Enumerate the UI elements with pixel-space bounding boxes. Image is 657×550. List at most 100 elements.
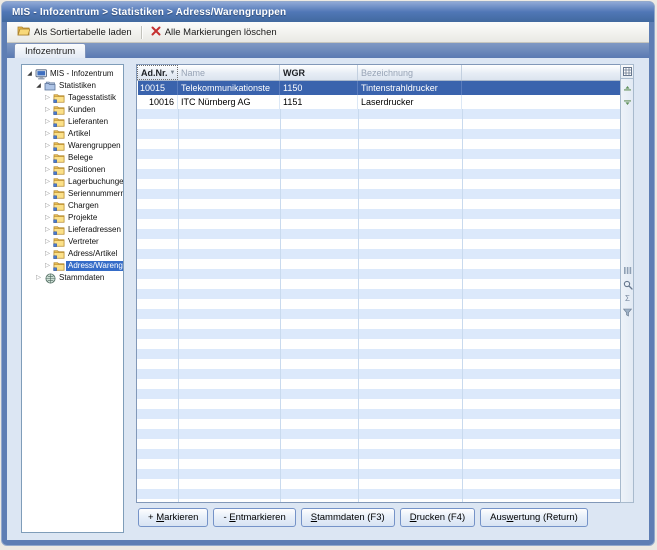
- empty-row: [137, 129, 620, 139]
- tree-item-lieferadressen[interactable]: ▷Lieferadressen: [22, 224, 123, 236]
- empty-row: [137, 149, 620, 159]
- table-row[interactable]: 10015Telekommunikationste1150Tintenstrah…: [137, 81, 620, 95]
- expander-collapsed-icon[interactable]: ▷: [43, 224, 52, 236]
- data-grid: Ad.Nr.▼Name WGRBezeichnung 10015Telekommu…: [136, 64, 621, 503]
- columns-icon[interactable]: [622, 265, 633, 276]
- expander-collapsed-icon[interactable]: ▷: [43, 200, 52, 212]
- expander-collapsed-icon[interactable]: ▷: [43, 128, 52, 140]
- expander-expanded-icon[interactable]: ◢: [34, 80, 43, 92]
- expander-collapsed-icon[interactable]: ▷: [43, 140, 52, 152]
- collapse-all-icon[interactable]: [622, 95, 633, 106]
- tree-item-label: Statistiken: [57, 81, 98, 91]
- tree-item-lagerbuchungen[interactable]: ▷Lagerbuchungen: [22, 176, 123, 188]
- empty-row: [137, 189, 620, 199]
- toolbar: Als Sortiertabelle laden Alle Markierung…: [7, 22, 649, 43]
- expander-expanded-icon[interactable]: ◢: [25, 68, 34, 80]
- folder-icon: [52, 105, 66, 116]
- tree-item-vertreter[interactable]: ▷Vertreter: [22, 236, 123, 248]
- column-header-label: Bezeichnung: [361, 68, 413, 78]
- tree-item-stammdaten[interactable]: ▷ Stammdaten: [22, 272, 123, 284]
- tree-item-projekte[interactable]: ▷Projekte: [22, 212, 123, 224]
- tree-item-warengruppen[interactable]: ▷ Warengruppen: [22, 140, 123, 152]
- tree-item-label: Artikel: [66, 129, 92, 139]
- column-header-name[interactable]: Name: [178, 65, 280, 80]
- tree-item-adress-artikel[interactable]: ▷Adress/Artikel: [22, 248, 123, 260]
- column-header-ad-nr[interactable]: Ad.Nr.▼: [137, 65, 178, 80]
- footer-button-stammdaten-f3[interactable]: Stammdaten (F3): [301, 508, 395, 527]
- expand-all-icon[interactable]: [622, 84, 633, 95]
- expander-collapsed-icon[interactable]: ▷: [43, 248, 52, 260]
- empty-row: [137, 309, 620, 319]
- expander-collapsed-icon[interactable]: ▷: [43, 92, 52, 104]
- aggregate-icon[interactable]: Σ: [622, 293, 633, 304]
- expander-collapsed-icon[interactable]: ▷: [34, 272, 43, 284]
- expander-collapsed-icon[interactable]: ▷: [43, 260, 52, 272]
- tree-item-belege[interactable]: ▷ Belege: [22, 152, 123, 164]
- folder-icon: [52, 117, 66, 128]
- folder-icon: [52, 249, 66, 260]
- expander-collapsed-icon[interactable]: ▷: [43, 152, 52, 164]
- footer-button-drucken-f4[interactable]: Drucken (F4): [400, 508, 475, 527]
- column-grid-line: [178, 109, 179, 502]
- column-header-wgr[interactable]: WGR: [280, 65, 358, 80]
- column-grid-line: [358, 109, 359, 502]
- expander-collapsed-icon[interactable]: ▷: [43, 116, 52, 128]
- cell: 10016: [137, 95, 178, 109]
- tree-item-mis-infozentrum[interactable]: ◢ MIS - Infozentrum: [22, 68, 123, 80]
- column-header-col4[interactable]: [462, 65, 620, 80]
- tree-item-label: Belege: [66, 153, 95, 163]
- folder-icon: [52, 213, 66, 224]
- empty-row: [137, 359, 620, 369]
- column-header-bezeichnung[interactable]: Bezeichnung: [358, 65, 462, 80]
- expander-collapsed-icon[interactable]: ▷: [43, 104, 52, 116]
- folder-icon: [52, 141, 66, 152]
- expander-collapsed-icon[interactable]: ▷: [43, 236, 52, 248]
- tree-item-label: MIS - Infozentrum: [48, 69, 116, 79]
- expander-collapsed-icon[interactable]: ▷: [43, 188, 52, 200]
- search-icon[interactable]: [622, 279, 633, 290]
- load-sort-table-label: Als Sortiertabelle laden: [34, 27, 132, 38]
- column-grid-line: [280, 109, 281, 502]
- tab-infozentrum[interactable]: Infozentrum: [14, 43, 86, 58]
- tree-item-tagesstatistik[interactable]: ▷ Tagesstatistik: [22, 92, 123, 104]
- tree-item-positionen[interactable]: ▷Positionen: [22, 164, 123, 176]
- globe-icon: [43, 273, 57, 284]
- expander-collapsed-icon[interactable]: ▷: [43, 176, 52, 188]
- folder-icon: [52, 129, 66, 140]
- tree-item-artikel[interactable]: ▷ Artikel: [22, 128, 123, 140]
- tree-item-label: Seriennummern: [66, 189, 124, 199]
- tree-item-chargen[interactable]: ▷Chargen: [22, 200, 123, 212]
- tree-item-statistiken[interactable]: ◢ Statistiken: [22, 80, 123, 92]
- load-sort-table-button[interactable]: Als Sortiertabelle laden: [11, 23, 138, 41]
- empty-row: [137, 279, 620, 289]
- tree-item-adress-warengruppen[interactable]: ▷Adress/Warengruppen: [22, 260, 123, 272]
- empty-row: [137, 469, 620, 479]
- table-row[interactable]: 10016ITC Nürnberg AG1151Laserdrucker: [137, 95, 620, 109]
- filter-icon[interactable]: [622, 307, 633, 318]
- footer-button-markieren[interactable]: + Markieren: [138, 508, 208, 527]
- footer-button-auswertung-return[interactable]: Auswertung (Return): [480, 508, 588, 527]
- tree-item-kunden[interactable]: ▷Kunden: [22, 104, 123, 116]
- empty-row: [137, 369, 620, 379]
- content-area: ◢ MIS - Infozentrum ◢ Statistiken ▷ Tagesstat…: [7, 58, 649, 540]
- tree-item-seriennummern[interactable]: ▷ Seriennummern: [22, 188, 123, 200]
- expander-collapsed-icon[interactable]: ▷: [43, 164, 52, 176]
- empty-row: [137, 109, 620, 119]
- tree-item-label: Stammdaten: [57, 273, 106, 283]
- column-grid-line: [462, 109, 463, 502]
- tree-item-label: Warengruppen: [66, 141, 123, 151]
- app-window: MIS - Infozentrum > Statistiken > Adress…: [1, 1, 655, 546]
- navigation-tree: ◢ MIS - Infozentrum ◢ Statistiken ▷ Tagesstat…: [21, 64, 124, 533]
- cell: Laserdrucker: [358, 95, 462, 109]
- cell: [462, 81, 620, 95]
- tree-item-label: Tagesstatistik: [66, 93, 118, 103]
- empty-row: [137, 479, 620, 489]
- tree-item-lieferanten[interactable]: ▷Lieferanten: [22, 116, 123, 128]
- column-chooser-grid-icon[interactable]: [621, 65, 633, 79]
- empty-row: [137, 299, 620, 309]
- column-header-label: Name: [181, 68, 205, 78]
- footer-button-entmarkieren[interactable]: - Entmarkieren: [213, 508, 295, 527]
- stack-icon: [43, 81, 57, 92]
- clear-marks-button[interactable]: Alle Markierungen löschen: [145, 24, 283, 41]
- expander-collapsed-icon[interactable]: ▷: [43, 212, 52, 224]
